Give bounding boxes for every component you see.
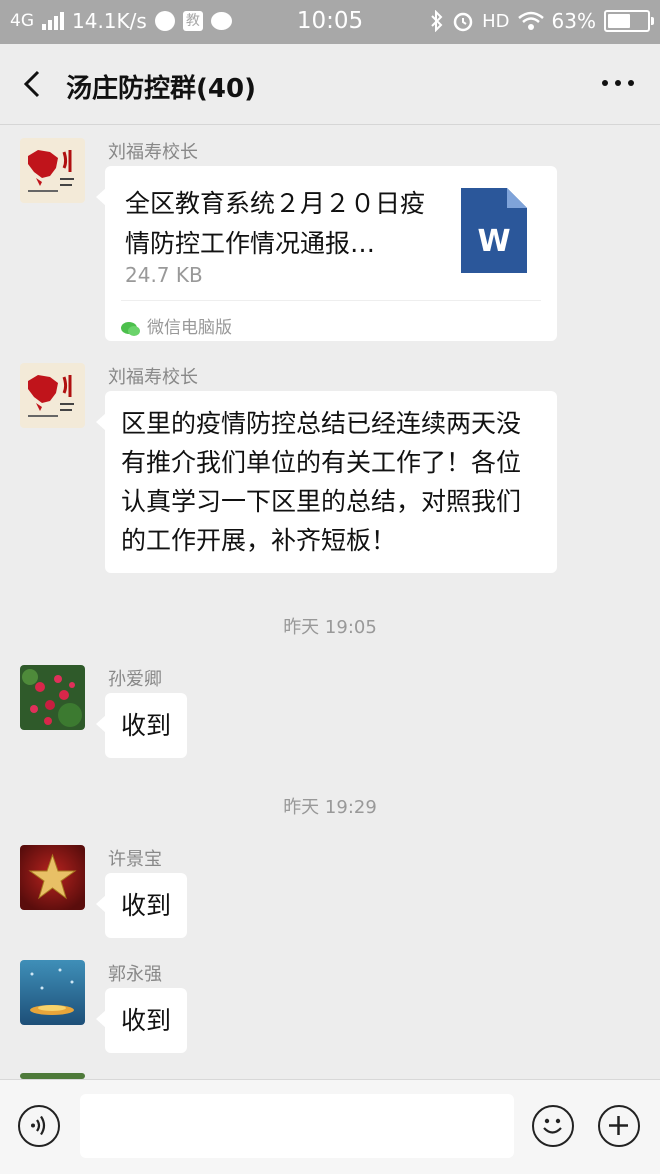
text-message-bubble[interactable]: 收到 — [95, 873, 188, 938]
avatar[interactable] — [20, 363, 85, 428]
chat-title: 汤庄防控群(40) — [66, 74, 256, 104]
avatar[interactable] — [20, 138, 85, 203]
hd-indicator: HD — [482, 10, 510, 32]
file-size: 24.7 KB — [125, 263, 203, 287]
word-document-icon: W — [461, 188, 527, 273]
wechat-icon — [121, 321, 140, 336]
chat-message: 许景宝 收到 — [20, 845, 640, 945]
emoji-button[interactable] — [532, 1105, 574, 1147]
file-source-label: 微信电脑版 — [147, 318, 232, 338]
chat-header: 汤庄防控群(40) — [0, 44, 660, 125]
sender-name: 许景宝 — [108, 849, 162, 870]
chat-area[interactable]: 刘福寿校长 全区教育系统２月２０日疫情防控工作情况通报… 24.7 KB W 微… — [0, 125, 660, 1079]
word-letter: W — [477, 224, 511, 259]
chat-message: 郭永强 收到 — [20, 960, 640, 1060]
emoji-icon — [543, 1118, 562, 1134]
sender-name: 孙爱卿 — [108, 669, 162, 690]
battery-icon — [604, 10, 654, 32]
sender-name: 郭永强 — [108, 964, 162, 985]
sender-name: 刘福寿校长 — [108, 367, 198, 388]
text-message-bubble[interactable]: 收到 — [95, 693, 188, 758]
time-divider: 昨天 19:05 — [283, 617, 377, 638]
divider — [121, 300, 541, 301]
voice-icon — [31, 1115, 46, 1136]
chat-message: 刘福寿校长 全区教育系统２月２０日疫情防控工作情况通报… 24.7 KB W 微… — [20, 138, 640, 348]
chat-message: 孙爱卿 收到 — [20, 665, 640, 765]
message-input[interactable] — [80, 1094, 514, 1158]
alarm-icon — [453, 12, 473, 32]
sender-name: 刘福寿校长 — [108, 142, 198, 163]
avatar[interactable] — [20, 845, 85, 910]
avatar[interactable] — [20, 665, 85, 730]
status-right: HD 63% — [430, 9, 654, 33]
avatar[interactable] — [20, 960, 85, 1025]
back-arrow-icon[interactable] — [22, 70, 42, 98]
chat-message: 刘福寿校长 区里的疫情防控总结已经连续两天没有推介我们单位的有关工作了！各位认真… — [20, 363, 640, 583]
text-message-bubble[interactable]: 区里的疫情防控总结已经连续两天没有推介我们单位的有关工作了！各位认真学习一下区里… — [96, 391, 557, 573]
file-message-bubble[interactable]: 全区教育系统２月２０日疫情防控工作情况通报… 24.7 KB W 微信电脑版 — [96, 166, 557, 341]
more-options-icon[interactable] — [602, 80, 634, 86]
battery-percent: 63% — [551, 9, 596, 33]
wifi-icon — [517, 11, 544, 30]
status-bar: 4G 14.1K/s 教 10:05 HD 63% — [0, 0, 660, 44]
bluetooth-icon — [431, 10, 443, 32]
file-source: 微信电脑版 — [121, 309, 232, 348]
time-divider: 昨天 19:29 — [283, 797, 377, 818]
plus-icon — [609, 1116, 628, 1135]
voice-input-button[interactable] — [18, 1105, 60, 1147]
battery-level — [608, 14, 631, 28]
text-message-bubble[interactable]: 收到 — [95, 988, 188, 1053]
input-bar — [0, 1079, 660, 1174]
more-functions-button[interactable] — [598, 1105, 640, 1147]
file-title: 全区教育系统２月２０日疫情防控工作情况通报… — [125, 189, 426, 258]
